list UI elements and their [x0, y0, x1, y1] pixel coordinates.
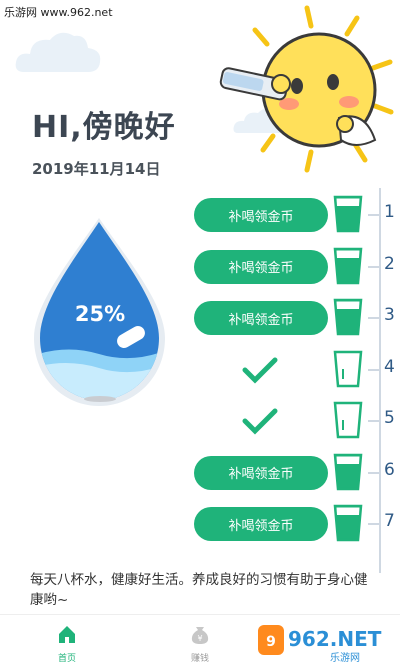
tab-earn[interactable]: ¥ 赚钱: [170, 623, 230, 664]
claim-coins-button[interactable]: 补喝领金币: [194, 455, 328, 490]
schedule-index: 3: [384, 305, 395, 325]
svg-text:9: 9: [266, 634, 276, 650]
schedule-row: 补喝领金币 7: [0, 497, 400, 545]
claim-coins-button[interactable]: 补喝领金币: [194, 198, 328, 232]
schedule-row: 4: [0, 343, 400, 391]
schedule-row: 补喝领金币 2: [0, 240, 400, 288]
brand-text: 962.NET: [288, 627, 382, 651]
timeline-tick: [368, 368, 380, 371]
svg-text:¥: ¥: [197, 634, 202, 643]
schedule-index: 5: [384, 408, 395, 428]
sun-mascot-icon: [219, 5, 394, 173]
schedule-index: 4: [384, 356, 395, 377]
water-cup-icon: [333, 195, 363, 233]
cloud-icon: [15, 32, 101, 72]
schedule-index: 2: [384, 253, 395, 274]
schedule-row: 补喝领金币 1: [0, 188, 400, 236]
water-cup-icon: [333, 504, 363, 542]
schedule-row: 补喝领金币 6: [0, 446, 400, 494]
claim-coins-button[interactable]: 补喝领金币: [194, 507, 328, 541]
yen-bag-icon: ¥: [191, 627, 209, 644]
timeline-tick: [368, 420, 380, 422]
tab-earn-label: 赚钱: [190, 654, 209, 664]
tab-home-label: 首页: [57, 654, 76, 664]
claim-coins-button[interactable]: 补喝领金币: [194, 301, 328, 335]
schedule-index: 6: [384, 459, 395, 480]
timeline-tick: [368, 265, 380, 268]
timeline-tick: [368, 214, 380, 216]
schedule-row: 5: [0, 394, 400, 442]
schedule-row: 补喝领金币 3: [0, 291, 400, 339]
timeline-tick: [368, 523, 380, 525]
site-watermark: 乐游网 www.962.net: [4, 6, 113, 19]
water-cup-icon: [333, 401, 363, 439]
schedule-index: 7: [384, 511, 395, 531]
tab-home[interactable]: 首页: [37, 623, 97, 664]
timeline-tick: [368, 317, 380, 319]
water-cup-icon: [333, 247, 363, 284]
timeline-tick: [368, 471, 380, 474]
water-cup-icon: [333, 298, 363, 336]
claim-coins-button[interactable]: 补喝领金币: [194, 249, 328, 284]
water-cup-icon: [333, 453, 363, 490]
schedule-index: 1: [384, 202, 395, 222]
greeting-title: HI,傍晚好: [32, 110, 176, 145]
check-icon: [242, 357, 278, 384]
check-icon: [242, 408, 278, 435]
health-tip: 每天八杯水，健康好生活。养成良好的习惯有助于身心健康哟~: [30, 572, 368, 608]
water-cup-icon: [333, 350, 363, 387]
current-date: 2019年11月14日: [32, 160, 161, 178]
brand-watermark: 9 962.NET 乐游网: [258, 625, 382, 664]
home-icon: [59, 626, 75, 643]
brand-subtext: 乐游网: [330, 651, 360, 664]
